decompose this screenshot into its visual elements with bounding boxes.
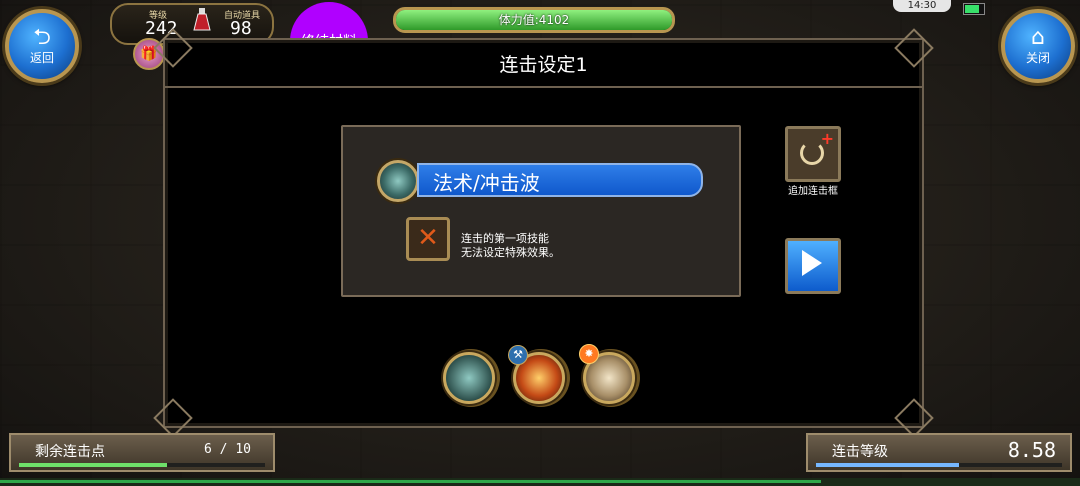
close-button[interactable]: ⌂ 关闭 [1001, 9, 1075, 83]
remaining-combo-points: 剩余连击点 6 / 10 [9, 433, 275, 472]
hammer-badge-icon: ⚒ [508, 345, 528, 365]
potion-icon [193, 8, 211, 31]
play-button[interactable] [785, 238, 841, 294]
combo-level: 连击等级 8.58 [806, 433, 1072, 472]
experience-strip [0, 478, 1080, 486]
battery-icon [963, 3, 985, 15]
stamina-bar: 体力值:4102 [393, 7, 675, 33]
remaining-value: 6 / 10 [204, 442, 251, 457]
panel-title: 连击设定1 [499, 54, 588, 76]
back-label: 返回 [29, 50, 54, 65]
plus-icon: + [820, 129, 834, 148]
burst-badge-icon: ✸ [579, 344, 599, 364]
no-effect-x-icon: ✕ [406, 217, 450, 261]
remaining-label: 剩余连击点 [35, 444, 105, 460]
home-icon: ⌂ [1031, 24, 1045, 50]
add-combo-frame-button[interactable]: + [785, 126, 841, 182]
add-combo-frame-label: 追加连击框 [788, 186, 838, 197]
no-effect-text: 连击的第一项技能 无法设定特殊效果。 [461, 232, 560, 259]
skill-name-bar[interactable]: 法术/冲击波 [417, 163, 703, 197]
auto-item-value: 98 [230, 18, 252, 39]
skill-box: 法术/冲击波 ✕ 连击的第一项技能 无法设定特殊效果。 [341, 125, 741, 297]
back-button[interactable]: ⮌ 返回 [5, 9, 79, 83]
remaining-bar [19, 463, 265, 467]
skill-magic-icon[interactable] [443, 352, 495, 404]
magic-skill-icon[interactable] [377, 160, 419, 202]
remaining-fill [19, 463, 167, 467]
combo-settings-panel: 连击设定1 法术/冲击波 ✕ 连击的第一项技能 无法设定特殊效果。 + 追加连击… [153, 28, 934, 438]
battery-fill [965, 5, 980, 13]
experience-fill [0, 480, 821, 483]
combo-level-label: 连击等级 [832, 444, 888, 460]
combo-level-value: 8.58 [1007, 438, 1056, 462]
clock: 14:30 [893, 0, 951, 12]
skill-name: 法术/冲击波 [433, 171, 540, 195]
close-label: 关闭 [1025, 50, 1050, 65]
back-arrow-icon: ⮌ [33, 24, 51, 50]
combo-level-fill [816, 463, 959, 467]
panel-header: 连击设定1 [165, 40, 922, 88]
combo-level-bar [816, 463, 1062, 467]
play-icon [802, 250, 822, 276]
stamina-text: 体力值:4102 [498, 13, 570, 27]
